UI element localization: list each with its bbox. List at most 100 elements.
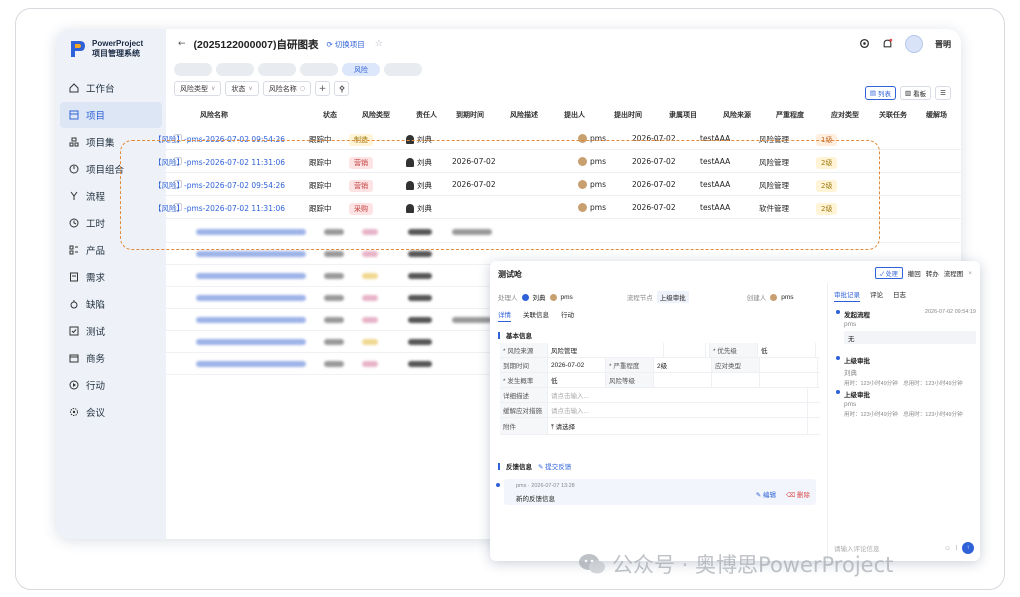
feedback-edit-button[interactable]: ✎ 编辑 — [756, 489, 776, 499]
switch-project-button[interactable]: ⟳ 切换项目 — [326, 39, 364, 50]
bell-icon[interactable] — [882, 38, 893, 51]
form-value[interactable]: 2026-07-02 — [548, 358, 606, 372]
nav-item-portfolio[interactable]: 项目组合 — [60, 156, 162, 182]
nav-item-bug[interactable]: 缺陷 — [60, 291, 162, 317]
filter-status[interactable]: 状态 ∨ — [225, 81, 259, 96]
view-label: 看板 — [913, 90, 927, 98]
column-header[interactable]: 关联任务 — [879, 110, 907, 120]
logo-title: PowerProject — [92, 39, 144, 48]
column-header[interactable]: 提出人 — [564, 110, 585, 120]
risk-name[interactable]: 【风险】-pms-2026-07-02 11:31:06 — [154, 203, 285, 214]
nav-item-project[interactable]: 项目 — [60, 102, 162, 128]
feedback-delete-button[interactable]: ⌫ 删除 — [786, 489, 810, 499]
column-header[interactable]: 风险名称 — [200, 110, 228, 120]
settings-icon[interactable] — [859, 38, 870, 51]
dialog-toolbar: ✓ 处理 撤回 转办 流程图 × — [874, 267, 972, 279]
column-header[interactable]: 风险类型 — [362, 110, 390, 120]
timeline-title: 上级审批 — [844, 358, 870, 365]
approval-panel: 审批记录 评论 日志 发起流程 2026-07-02 09:54:19 pms … — [828, 283, 980, 561]
person-icon — [406, 135, 414, 144]
avatar-icon — [770, 293, 778, 301]
pin-icon[interactable] — [334, 81, 350, 96]
table-row[interactable]: 【风险】-pms-2026-07-02 09:54:26 跟踪中 制造 刘典 p… — [154, 127, 961, 150]
table-row[interactable]: 【风险】-pms-2026-07-02 11:31:06 跟踪中 营销 刘典 2… — [154, 150, 961, 173]
column-header[interactable]: 责任人 — [416, 110, 437, 120]
description-input[interactable]: 请点击输入... — [548, 388, 808, 402]
nav-item-workbench[interactable]: 工作台 — [60, 75, 162, 101]
nav-item-requirement[interactable]: 需求 — [60, 264, 162, 290]
module-tab[interactable] — [384, 63, 422, 76]
column-header[interactable]: 应对类型 — [831, 110, 859, 120]
column-header[interactable]: 严重程度 — [776, 110, 804, 120]
flowchart-button[interactable]: 流程图 — [944, 268, 964, 278]
view-list-button[interactable]: ▤ 列表 — [864, 86, 897, 100]
module-tab-risk[interactable]: 风险 — [342, 63, 380, 76]
nav-item-business[interactable]: 商务 — [60, 345, 162, 371]
module-tab[interactable] — [258, 63, 296, 76]
nav-item-action[interactable]: 行动 — [60, 372, 162, 398]
table-row[interactable]: 【风险】-pms-2026-07-02 09:54:26 跟踪中 营销 刘典 2… — [154, 173, 961, 196]
form-value[interactable]: 2级 — [654, 358, 712, 372]
module-tab[interactable] — [174, 63, 212, 76]
nav-item-program[interactable]: 项目集 — [60, 129, 162, 155]
user-name[interactable]: 晋明 — [935, 39, 951, 50]
nav-item-test[interactable]: 测试 — [60, 318, 162, 344]
column-header[interactable]: 到期时间 — [456, 110, 484, 120]
send-button[interactable]: ↑ — [962, 542, 974, 554]
nav-item-flow[interactable]: 流程 — [60, 183, 162, 209]
program-icon — [68, 137, 79, 148]
attachment-select-button[interactable]: ⤒ 请选择 — [548, 418, 808, 434]
creator: pms — [578, 134, 606, 143]
withdraw-button[interactable]: 撤回 — [908, 268, 921, 278]
avatar[interactable] — [905, 35, 923, 53]
form-value[interactable]: 低 — [548, 373, 606, 387]
nav-item-meeting[interactable]: 会议 — [60, 399, 162, 425]
action-icon — [68, 380, 79, 391]
form-value[interactable] — [760, 358, 818, 372]
module-tab[interactable] — [216, 63, 254, 76]
nav-label: 缺陷 — [86, 300, 106, 311]
timeline-user: pms — [844, 401, 857, 408]
filter-risk-name[interactable]: 风险名称 ○ — [262, 81, 312, 96]
filter-risk-type[interactable]: 风险类型 ∨ — [174, 81, 222, 96]
submit-feedback-link[interactable]: ✎ 提交反馈 — [538, 461, 571, 471]
nav-label: 商务 — [86, 354, 106, 365]
column-header[interactable]: 风险描述 — [510, 110, 538, 120]
risk-name[interactable]: 【风险】-pms-2026-07-02 11:31:06 — [154, 157, 285, 168]
attach-icon[interactable]: ⌇ — [955, 544, 958, 552]
form-value[interactable] — [654, 373, 712, 387]
view-board-button[interactable]: ▥ 看板 — [900, 86, 932, 100]
column-header[interactable]: 状态 — [323, 110, 337, 120]
tab-action[interactable]: 行动 — [561, 309, 574, 322]
risk-name[interactable]: 【风险】-pms-2026-07-02 09:54:26 — [154, 134, 285, 145]
column-header[interactable]: 风险来源 — [723, 110, 751, 120]
handle-button[interactable]: ✓ 处理 — [874, 267, 903, 279]
nav-item-product[interactable]: 产品 — [60, 237, 162, 263]
list-icon: ▤ — [869, 89, 877, 97]
close-icon[interactable]: × — [968, 270, 972, 277]
menu-icon[interactable]: ☰ — [935, 86, 951, 100]
mitigation-input[interactable]: 请点击输入... — [548, 403, 808, 417]
add-filter-button[interactable]: + — [315, 81, 331, 96]
column-header[interactable]: 隶属项目 — [669, 110, 697, 120]
star-icon[interactable]: ☆ — [375, 39, 383, 49]
tab-logs[interactable]: 日志 — [893, 289, 906, 302]
column-header[interactable]: 提出时间 — [614, 110, 642, 120]
form-value[interactable]: 风险管理 — [548, 343, 664, 357]
tab-comments[interactable]: 评论 — [870, 289, 883, 302]
timeline-user: 刘典 — [844, 370, 857, 377]
tab-related[interactable]: 关联信息 — [523, 309, 549, 322]
tab-detail[interactable]: 详情 — [498, 309, 511, 322]
transfer-button[interactable]: 转办 — [926, 268, 939, 278]
column-header[interactable]: 缓解场 — [926, 110, 947, 120]
nav-item-timesheet[interactable]: 工时 — [60, 210, 162, 236]
risk-name[interactable]: 【风险】-pms-2026-07-02 09:54:26 — [154, 180, 285, 191]
section-bar — [498, 331, 500, 339]
form-value[interactable]: 低 — [758, 343, 816, 357]
back-button[interactable]: ← — [178, 39, 186, 49]
table-row[interactable]: 【风险】-pms-2026-07-02 11:31:06 跟踪中 采购 刘典 p… — [154, 196, 961, 219]
emoji-icon[interactable]: ☺ — [944, 545, 951, 552]
tab-approval-records[interactable]: 审批记录 — [834, 289, 860, 302]
module-tab[interactable] — [300, 63, 338, 76]
swap-icon: ⟳ — [326, 39, 333, 49]
